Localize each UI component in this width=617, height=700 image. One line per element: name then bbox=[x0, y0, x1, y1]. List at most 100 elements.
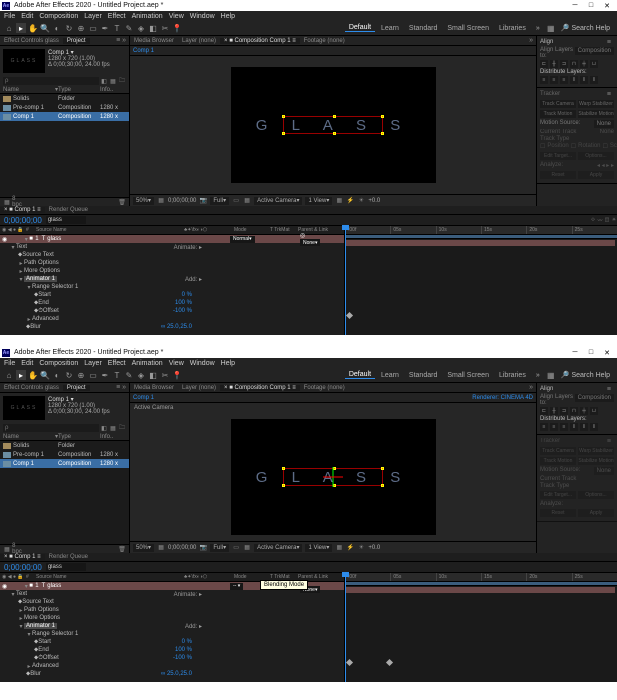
tab-composition[interactable]: × ■ Composition Comp 1 ≡ bbox=[220, 38, 300, 44]
menu-layer[interactable]: Layer bbox=[84, 360, 102, 367]
menu-animation[interactable]: Animation bbox=[132, 13, 163, 20]
pen-tool[interactable]: ✒ bbox=[100, 370, 110, 380]
orbit-tool[interactable]: ◐ bbox=[52, 370, 62, 380]
close-button[interactable]: ✕ bbox=[599, 347, 615, 358]
clone-tool[interactable]: ◈ bbox=[136, 23, 146, 33]
col-type[interactable]: Type bbox=[58, 87, 100, 93]
current-time[interactable]: 0;00;00;00 bbox=[168, 198, 196, 204]
roto-tool[interactable]: ✂ bbox=[160, 23, 170, 33]
align-target-dropdown[interactable]: Composition bbox=[575, 394, 614, 402]
dist-bottom[interactable]: ≡ bbox=[560, 423, 568, 431]
tl-layer-glass[interactable]: ◉ ▾ ■ 1 T glass -- ▾ ◎ None ▾ Blending M… bbox=[0, 582, 344, 590]
tl-prop-text[interactable]: ▾TextAnimate: ▸ bbox=[0, 243, 344, 251]
folder-icon[interactable]: 🗀 bbox=[118, 424, 126, 432]
res-grid-icon[interactable]: ▦ bbox=[157, 197, 165, 205]
selection-tool[interactable]: ▸ bbox=[16, 370, 26, 380]
comp-thumbnail[interactable]: GLASS bbox=[3, 49, 45, 73]
menu-view[interactable]: View bbox=[169, 360, 184, 367]
align-hcenter[interactable]: ╫ bbox=[550, 60, 558, 68]
dist-left[interactable]: ⦀ bbox=[570, 423, 578, 431]
align-bottom[interactable]: ⊔ bbox=[590, 407, 598, 415]
tl-tab-render[interactable]: Render Queue bbox=[45, 207, 92, 213]
res-grid-icon[interactable]: ▦ bbox=[157, 544, 165, 552]
workspace-more[interactable]: » bbox=[532, 25, 544, 32]
3d-view-icon[interactable]: ▦ bbox=[335, 544, 343, 552]
home-tool[interactable]: ⌂ bbox=[4, 370, 14, 380]
tab-layer[interactable]: Layer (none) bbox=[178, 385, 220, 391]
view-dropdown[interactable]: 1 View ▾ bbox=[305, 544, 332, 552]
menu-composition[interactable]: Composition bbox=[39, 360, 78, 367]
new-comp-icon[interactable]: ▦ bbox=[109, 424, 117, 432]
tab-effect-controls[interactable]: Effect Controls glass bbox=[0, 38, 63, 44]
menu-help[interactable]: Help bbox=[221, 13, 235, 20]
camera-dropdown[interactable]: Active Camera ▾ bbox=[254, 197, 302, 205]
3d-view-icon[interactable]: ▦ bbox=[335, 197, 343, 205]
tl-prop-offset[interactable]: ⬥ ⏱ Offset-100 % bbox=[0, 307, 344, 315]
project-search-input[interactable] bbox=[3, 424, 99, 432]
minimize-button[interactable]: ─ bbox=[567, 347, 583, 358]
timeline-search-input[interactable] bbox=[46, 216, 86, 224]
dist-hcenter[interactable]: ⦀ bbox=[580, 76, 588, 84]
hand-tool[interactable]: ✋ bbox=[28, 370, 38, 380]
tl-prop-blur[interactable]: ⬥ Blur∞ 25.0,25.0 bbox=[0, 670, 344, 678]
align-right[interactable]: ⊐ bbox=[560, 60, 568, 68]
tl-prop-animator[interactable]: ▾Animator 1Add: ▸ bbox=[0, 622, 344, 630]
maximize-button[interactable]: □ bbox=[583, 347, 599, 358]
mode-dropdown[interactable]: -- ▾ bbox=[230, 583, 243, 590]
fast-preview-icon[interactable]: ⚡ bbox=[346, 544, 354, 552]
motion-source-dropdown[interactable]: None bbox=[594, 467, 614, 475]
dist-vcenter[interactable]: ≡ bbox=[550, 423, 558, 431]
tab-project[interactable]: Project bbox=[63, 38, 90, 44]
tl-prop-more-options[interactable]: ▸More Options bbox=[0, 267, 344, 275]
tab-media-browser[interactable]: Media Browser bbox=[130, 385, 178, 391]
close-button[interactable]: ✕ bbox=[599, 0, 615, 11]
proj-row-precomp[interactable]: Pre-comp 1 Composition 1280 x bbox=[0, 103, 129, 112]
roi-icon[interactable]: ▭ bbox=[232, 544, 240, 552]
workspace-small[interactable]: Small Screen bbox=[443, 25, 493, 32]
tl-btn-motion[interactable]: 〰 bbox=[597, 217, 603, 223]
orbit-tool[interactable]: ◐ bbox=[52, 23, 62, 33]
workspace-default[interactable]: Default bbox=[345, 371, 375, 379]
clone-tool[interactable]: ◈ bbox=[136, 370, 146, 380]
timeline-ruler[interactable]: :00f 05s 10s 15s 20s 25s bbox=[345, 573, 617, 582]
parent-dropdown[interactable]: None ▾ bbox=[300, 239, 320, 246]
dist-bottom[interactable]: ≡ bbox=[560, 76, 568, 84]
align-left[interactable]: ⊏ bbox=[540, 407, 548, 415]
type-tool[interactable]: T bbox=[112, 23, 122, 33]
zoom-tool[interactable]: 🔍 bbox=[40, 23, 50, 33]
tl-prop-text[interactable]: ▾TextAnimate: ▸ bbox=[0, 590, 344, 598]
timecode[interactable]: 0;00;00;00 bbox=[0, 563, 46, 572]
dist-left[interactable]: ⦀ bbox=[570, 76, 578, 84]
interpret-footage-icon[interactable]: ▦ bbox=[3, 545, 11, 553]
panel-menu-icon[interactable]: ≡ » bbox=[113, 384, 129, 391]
home-tool[interactable]: ⌂ bbox=[4, 23, 14, 33]
proj-row-comp1[interactable]: Comp 1 Composition 1280 x bbox=[0, 459, 129, 468]
zoom-tool[interactable]: 🔍 bbox=[40, 370, 50, 380]
dist-vcenter[interactable]: ≡ bbox=[550, 76, 558, 84]
roi-icon[interactable]: ▭ bbox=[232, 197, 240, 205]
tl-layer-glass[interactable]: ◉ ▾ ■ 1 T glass Normal ▾ ◎ None ▾ bbox=[0, 235, 344, 243]
menu-edit[interactable]: Edit bbox=[21, 360, 33, 367]
brush-tool[interactable]: ✎ bbox=[124, 23, 134, 33]
viewer-panel-menu[interactable]: » bbox=[526, 37, 536, 44]
active-comp-label[interactable]: Comp 1 bbox=[133, 48, 154, 54]
tab-footage[interactable]: Footage (none) bbox=[300, 385, 349, 391]
zoom-dropdown[interactable]: 50% ▾ bbox=[133, 544, 154, 552]
workspace-small[interactable]: Small Screen bbox=[443, 372, 493, 379]
align-left[interactable]: ⊏ bbox=[540, 60, 548, 68]
layer-bar-glass[interactable] bbox=[345, 240, 615, 246]
playhead[interactable] bbox=[345, 573, 346, 682]
menu-effect[interactable]: Effect bbox=[108, 360, 126, 367]
timeline-search-input[interactable] bbox=[46, 563, 86, 571]
align-top[interactable]: ⊓ bbox=[570, 60, 578, 68]
add-property-button[interactable]: Add: ▸ bbox=[185, 623, 342, 630]
camera-dropdown[interactable]: Active Camera ▾ bbox=[254, 544, 302, 552]
rect-tool[interactable]: ▭ bbox=[88, 23, 98, 33]
align-vcenter[interactable]: ╪ bbox=[580, 60, 588, 68]
proj-row-solids[interactable]: Solids Folder bbox=[0, 441, 129, 450]
tab-effect-controls[interactable]: Effect Controls glass bbox=[0, 385, 63, 391]
tab-footage[interactable]: Footage (none) bbox=[300, 38, 349, 44]
exposure-value[interactable]: +0.0 bbox=[368, 198, 380, 204]
offset-keyframe-2[interactable] bbox=[386, 659, 393, 666]
puppet-tool[interactable]: 📍 bbox=[172, 23, 182, 33]
